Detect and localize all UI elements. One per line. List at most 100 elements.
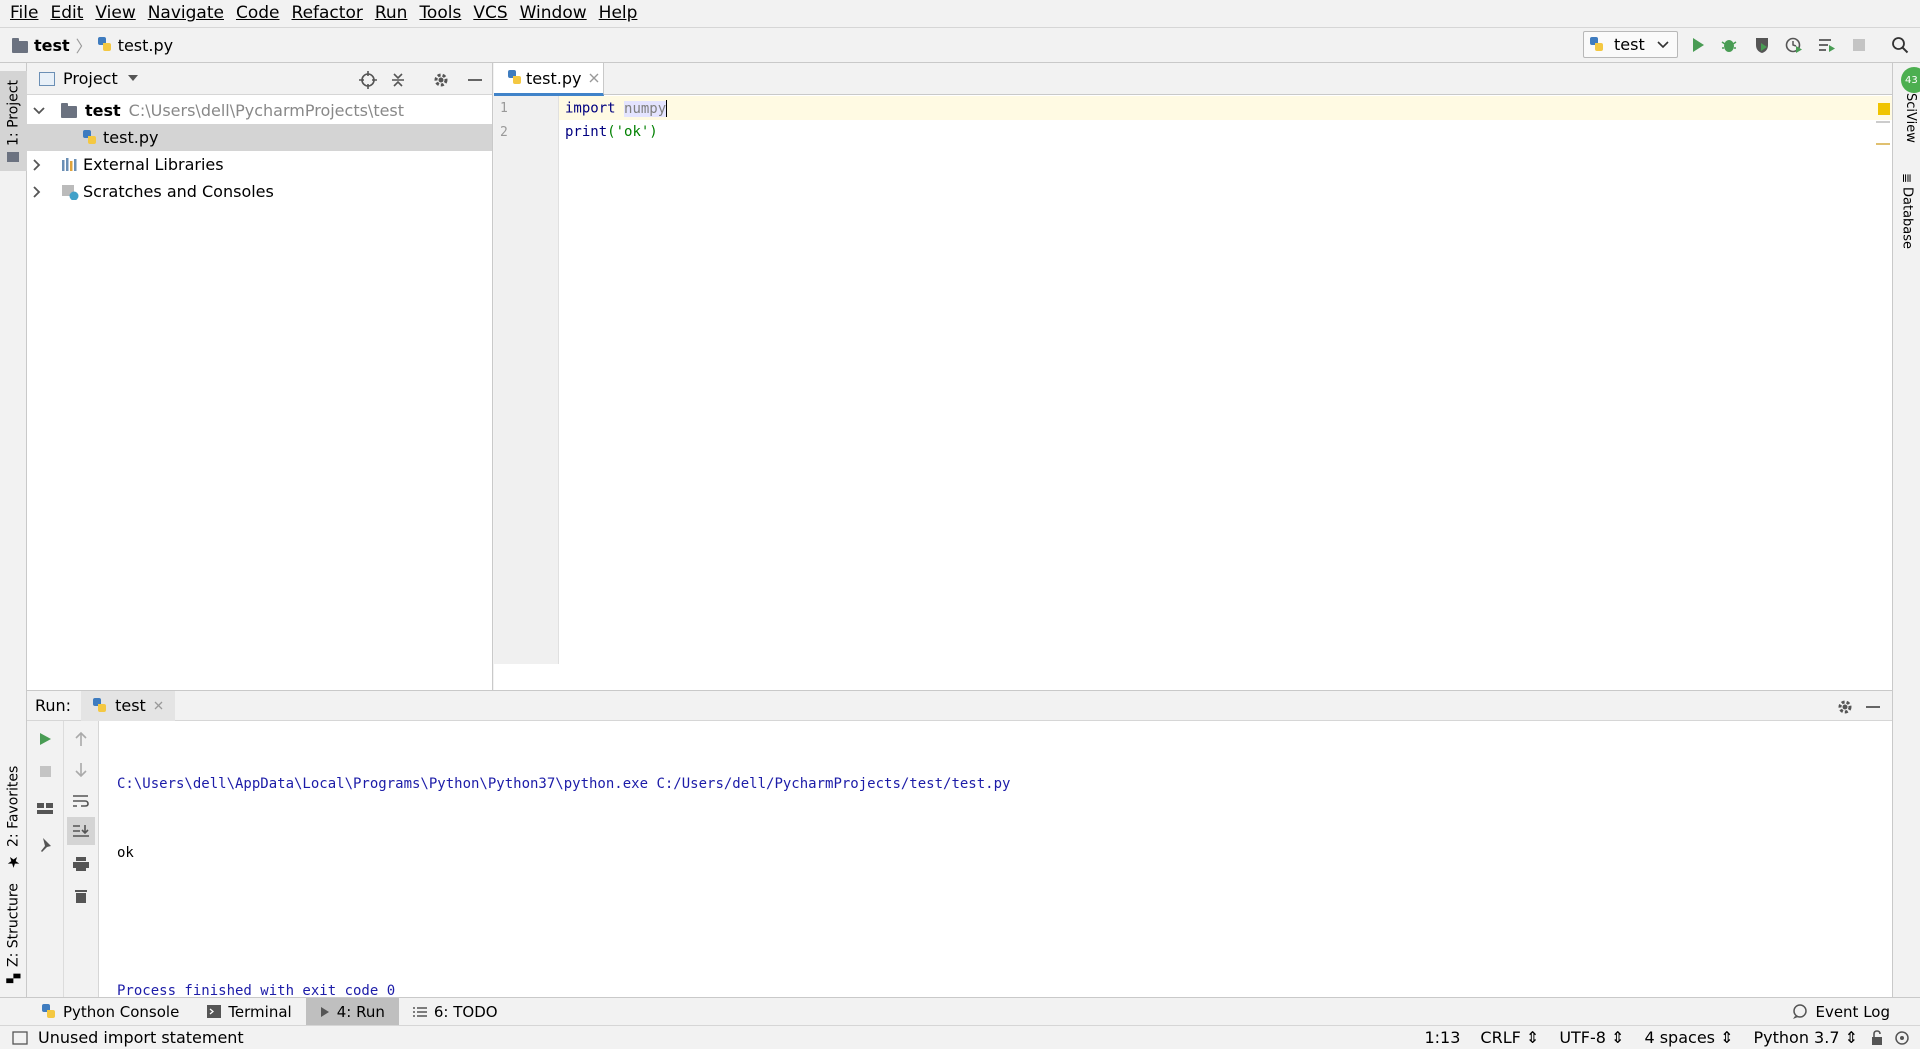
menu-window[interactable]: Window bbox=[514, 0, 593, 27]
scroll-to-end-icon bbox=[73, 825, 89, 837]
toggle-tool-windows-icon[interactable] bbox=[12, 1030, 28, 1045]
locate-icon[interactable] bbox=[359, 71, 377, 89]
stop-button[interactable] bbox=[1847, 33, 1871, 57]
tab-project-tool[interactable]: 1: Project bbox=[0, 71, 27, 171]
status-bar: Unused import statement 1:13 CRLF ⇕ UTF-… bbox=[0, 1025, 1920, 1049]
concurrency-button[interactable] bbox=[1815, 33, 1839, 57]
restore-layout-button[interactable] bbox=[33, 796, 57, 820]
keyword: import bbox=[565, 100, 616, 117]
menu-vcs[interactable]: VCS bbox=[467, 0, 513, 27]
gear-icon[interactable] bbox=[1836, 698, 1854, 716]
code-line-1[interactable]: import numpy bbox=[565, 100, 668, 117]
tree-item-test-py[interactable]: test.py bbox=[27, 124, 492, 151]
chevron-right-icon[interactable] bbox=[33, 185, 41, 198]
rerun-button[interactable] bbox=[33, 727, 57, 751]
menu-navigate[interactable]: Navigate bbox=[142, 0, 230, 27]
menu-view[interactable]: View bbox=[89, 0, 141, 27]
trash-icon bbox=[75, 890, 87, 903]
warning-marker-icon[interactable] bbox=[1878, 103, 1890, 115]
breadcrumb-project[interactable]: test bbox=[34, 36, 70, 55]
minimize-icon[interactable] bbox=[467, 71, 483, 89]
tool-python-console[interactable]: Python Console bbox=[28, 998, 193, 1026]
current-line-highlight bbox=[559, 96, 1892, 120]
minimize-icon[interactable] bbox=[1865, 698, 1881, 716]
run-tab-test[interactable]: test bbox=[81, 690, 175, 721]
tool-event-log[interactable]: Event Log bbox=[1778, 998, 1904, 1026]
play-icon bbox=[320, 1006, 329, 1017]
status-caret-position[interactable]: 1:13 bbox=[1414, 1028, 1470, 1047]
tab-database-label: Database bbox=[1899, 187, 1915, 250]
chevron-down-icon bbox=[1657, 40, 1669, 48]
tool-terminal[interactable]: Terminal bbox=[193, 998, 305, 1026]
tool-run[interactable]: 4: Run bbox=[305, 997, 399, 1026]
folder-icon bbox=[61, 103, 77, 118]
status-indent[interactable]: 4 spaces ⇕ bbox=[1634, 1028, 1743, 1047]
project-panel: Project test C:\Users\dell\PycharmProjec… bbox=[27, 63, 493, 690]
scroll-marker bbox=[1876, 121, 1890, 123]
run-button[interactable] bbox=[1686, 33, 1710, 57]
editor-tab-label: test.py bbox=[526, 68, 582, 88]
print-button[interactable] bbox=[69, 852, 93, 876]
menu-bar: File Edit View Navigate Code Refactor Ru… bbox=[0, 0, 1920, 27]
status-line-separator[interactable]: CRLF ⇕ bbox=[1470, 1028, 1549, 1047]
scroll-down-button[interactable] bbox=[69, 758, 93, 782]
status-interpreter[interactable]: Python 3.7 ⇕ bbox=[1744, 1028, 1869, 1047]
breadcrumb: test 〉 test.py bbox=[12, 28, 173, 62]
profile-button[interactable] bbox=[1782, 33, 1806, 57]
coverage-button[interactable] bbox=[1750, 33, 1774, 57]
left-tool-strip: 1: Project ★ 2: Favorites ▚ Z: Structure bbox=[0, 63, 27, 997]
chevron-right-icon[interactable] bbox=[33, 158, 41, 171]
scroll-to-end-button[interactable] bbox=[67, 817, 95, 845]
menu-edit[interactable]: Edit bbox=[44, 0, 89, 27]
tree-item-external-libraries[interactable]: External Libraries bbox=[27, 151, 492, 178]
menu-run[interactable]: Run bbox=[369, 0, 414, 27]
code-area[interactable]: import numpy print('ok') bbox=[559, 96, 1892, 664]
tab-favorites-label: 2: Favorites bbox=[5, 765, 22, 847]
close-icon[interactable] bbox=[154, 701, 163, 710]
soft-wrap-button[interactable] bbox=[69, 789, 93, 813]
python-file-icon bbox=[97, 37, 112, 53]
tool-label: Python Console bbox=[63, 1002, 180, 1021]
tab-project-label: 1: Project bbox=[5, 80, 22, 146]
status-encoding[interactable]: UTF-8 ⇕ bbox=[1549, 1028, 1634, 1047]
menu-tools[interactable]: Tools bbox=[413, 0, 467, 27]
line-number-gutter: 1 2 bbox=[494, 96, 559, 664]
tab-structure[interactable]: ▚ Z: Structure bbox=[0, 878, 27, 988]
menu-code[interactable]: Code bbox=[230, 0, 286, 27]
tab-sciview[interactable]: SciView bbox=[1896, 93, 1918, 173]
code-line-2[interactable]: print('ok') bbox=[565, 124, 658, 140]
inspector-icon[interactable] bbox=[1894, 1030, 1910, 1046]
tree-item-project-root[interactable]: test C:\Users\dell\PycharmProjects\test bbox=[27, 97, 492, 124]
search-everywhere-button[interactable] bbox=[1888, 33, 1912, 57]
project-panel-header: Project bbox=[27, 63, 492, 95]
project-panel-title[interactable]: Project bbox=[63, 69, 118, 88]
stop-button[interactable] bbox=[33, 759, 57, 783]
chevron-down-icon[interactable] bbox=[33, 106, 45, 115]
notification-badge[interactable]: 43 bbox=[1901, 67, 1920, 93]
tab-favorites[interactable]: ★ 2: Favorites bbox=[0, 763, 27, 873]
lock-icon[interactable] bbox=[1870, 1029, 1884, 1046]
pin-tab-button[interactable] bbox=[33, 833, 57, 857]
run-panel-header: Run: test bbox=[27, 690, 1892, 721]
tool-todo[interactable]: 6: TODO bbox=[399, 998, 512, 1026]
clock-run-icon bbox=[1785, 37, 1802, 53]
status-message: Unused import statement bbox=[38, 1028, 244, 1047]
menu-file[interactable]: File bbox=[4, 0, 44, 27]
builtin-function: print bbox=[565, 124, 608, 140]
breadcrumb-file[interactable]: test.py bbox=[118, 36, 173, 55]
scroll-up-button[interactable] bbox=[69, 727, 93, 751]
menu-refactor[interactable]: Refactor bbox=[286, 0, 369, 27]
editor-tab-test-py[interactable]: test.py bbox=[494, 63, 604, 96]
gear-icon[interactable] bbox=[432, 71, 450, 89]
status-interpreter-label: Python 3.7 bbox=[1753, 1028, 1840, 1047]
tab-database[interactable]: ≣ Database bbox=[1896, 173, 1918, 273]
close-icon[interactable] bbox=[589, 73, 599, 83]
menu-help[interactable]: Help bbox=[593, 0, 644, 27]
collapse-all-icon[interactable] bbox=[389, 71, 407, 89]
clear-all-button[interactable] bbox=[69, 884, 93, 908]
debug-button[interactable] bbox=[1717, 33, 1741, 57]
run-config-selector[interactable]: test bbox=[1583, 31, 1678, 58]
tree-item-label: External Libraries bbox=[83, 155, 224, 174]
tree-item-scratches[interactable]: Scratches and Consoles bbox=[27, 178, 492, 205]
chevron-down-icon[interactable] bbox=[127, 75, 138, 82]
